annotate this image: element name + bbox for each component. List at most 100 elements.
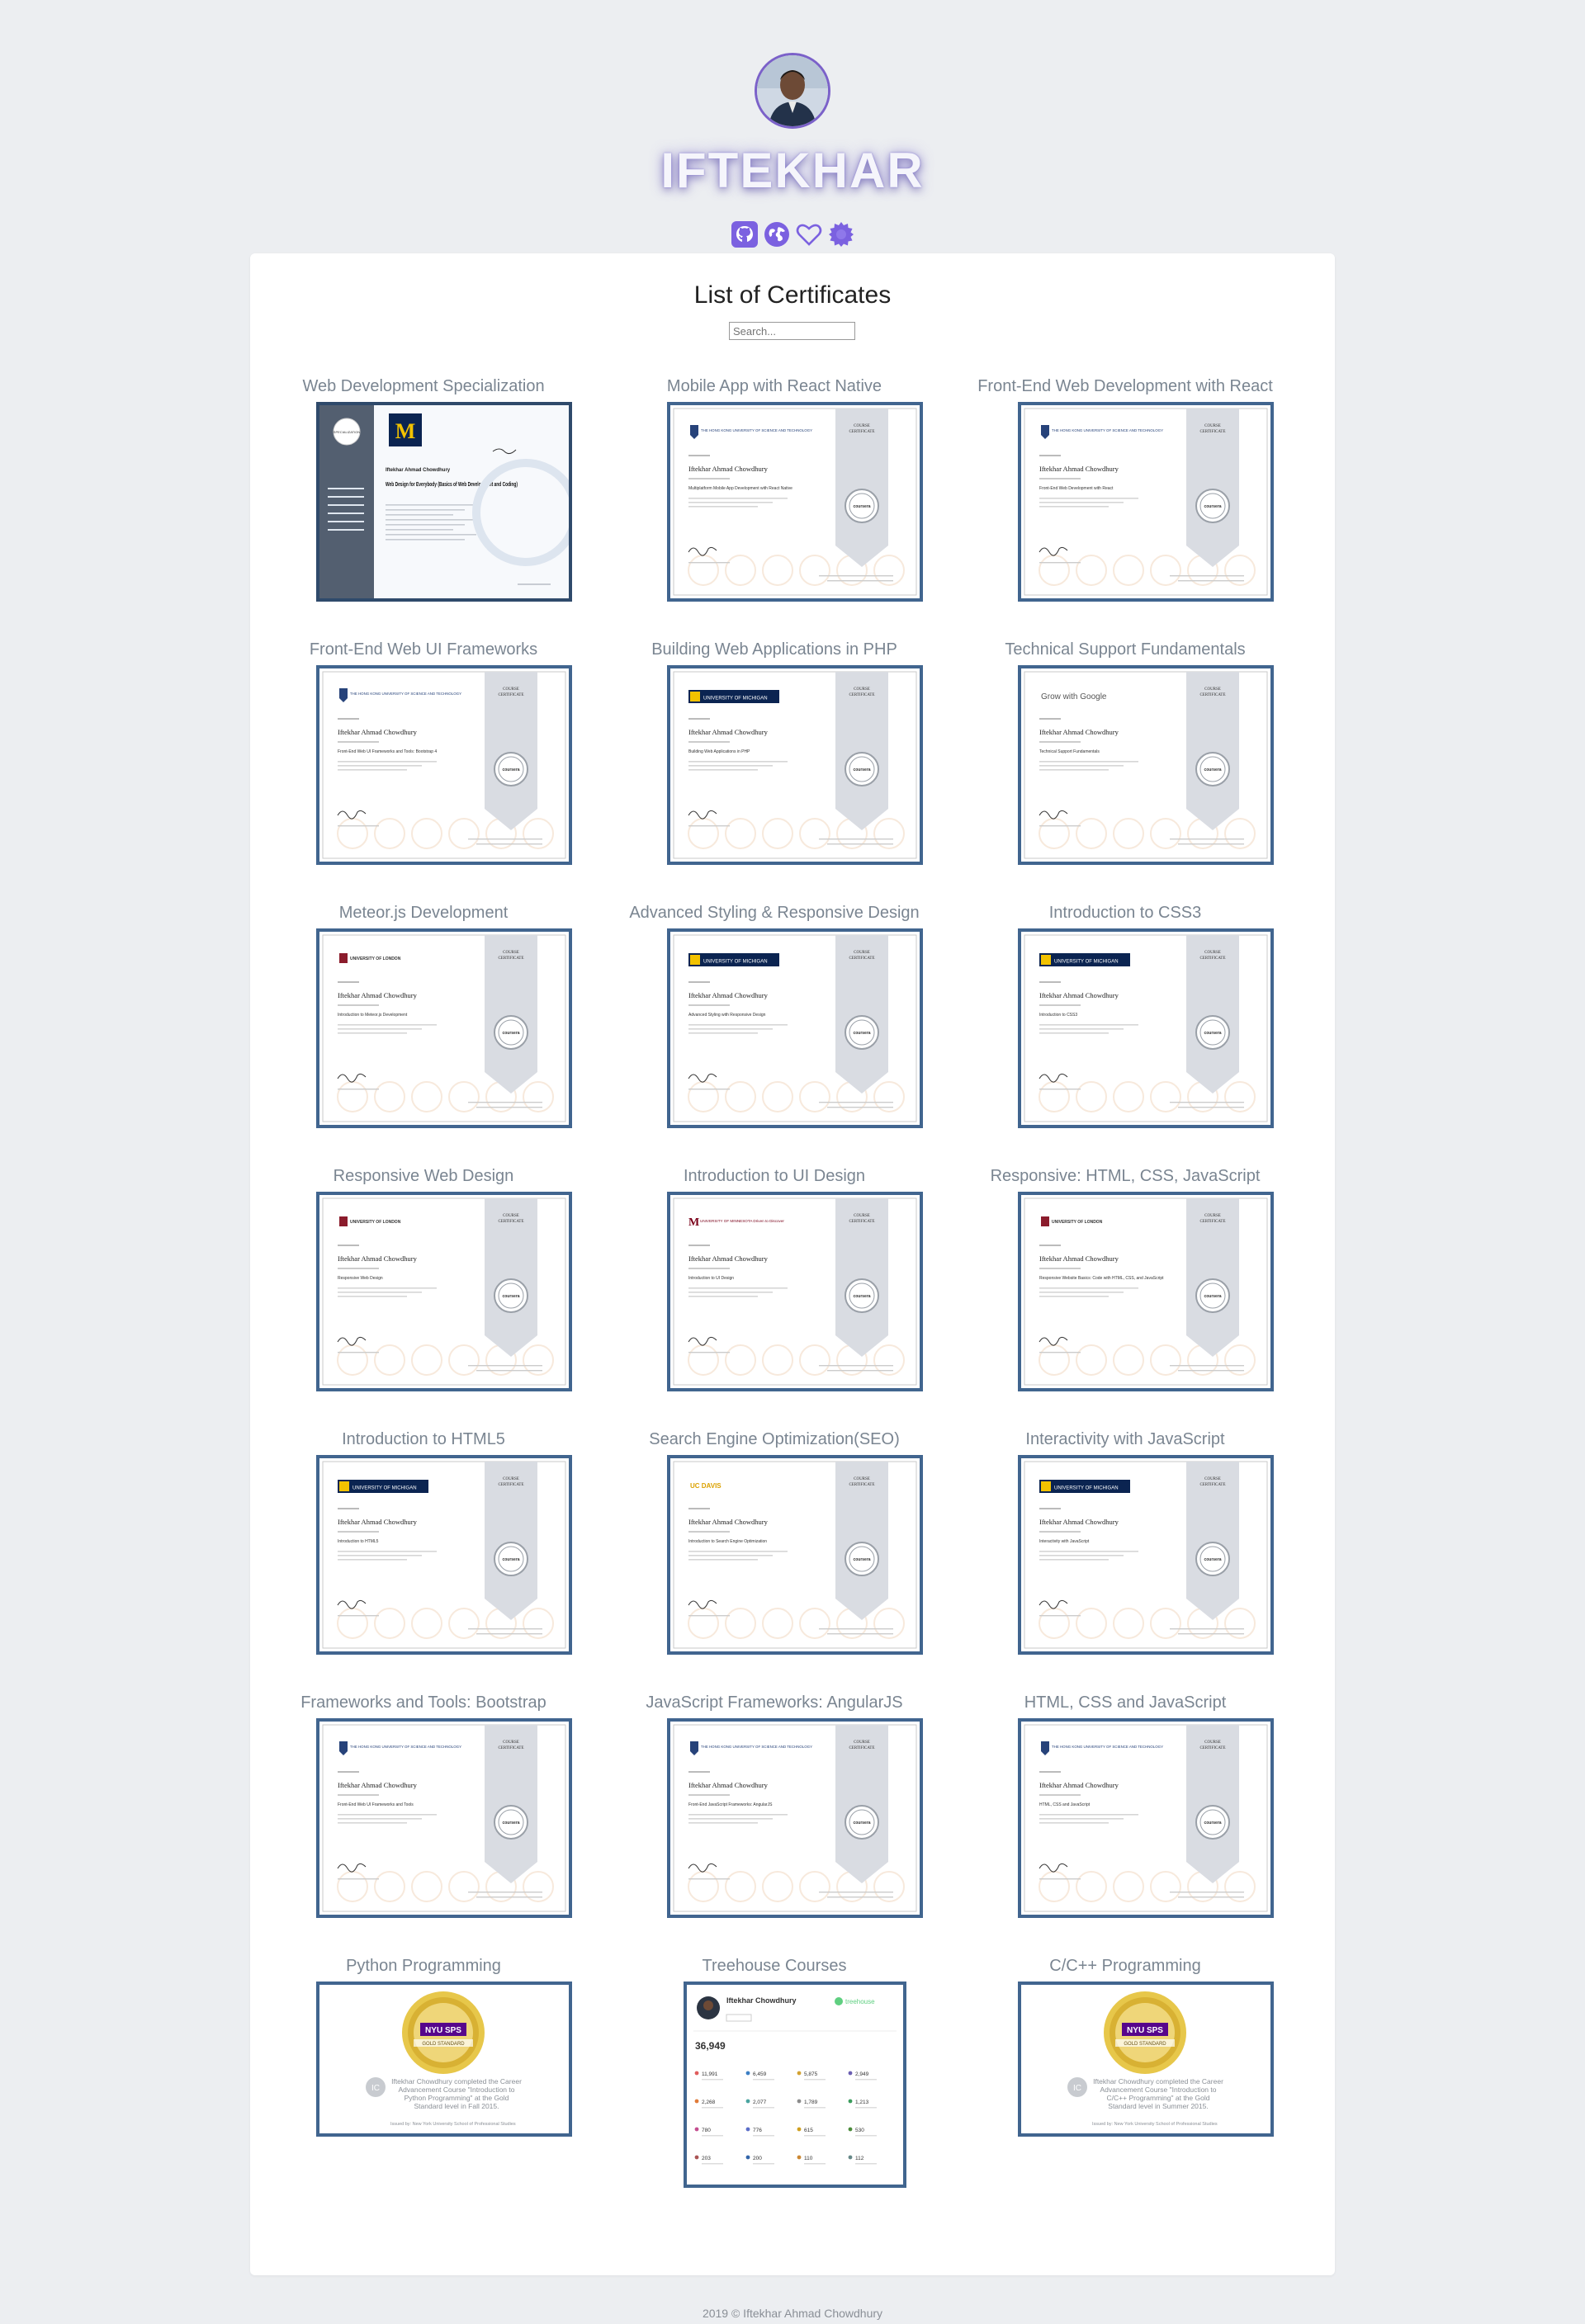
svg-text:CERTIFICATE: CERTIFICATE	[849, 957, 874, 961]
certificate-thumbnail[interactable]: COURSE CERTIFICATE coursera UNIVERSITY OF L…	[316, 1192, 572, 1391]
course-name: Front-End Web UI Frameworks and Tools: B…	[338, 749, 437, 754]
website-link[interactable]	[762, 220, 791, 249]
course-name: Interactivity with JavaScript	[1039, 1539, 1090, 1544]
certificate-title: Interactivity with JavaScript	[1025, 1430, 1225, 1448]
stat-value: 11,991	[702, 2071, 718, 2077]
certificate-thumbnail[interactable]: COURSE CERTIFICATE coursera THE HONG KONG U…	[667, 402, 923, 602]
certificate-thumbnail[interactable]: COURSE CERTIFICATE coursera THE HONG KONG U…	[316, 665, 572, 865]
certificate-image: COURSE CERTIFICATE coursera UNIVERSITY OF M…	[1024, 1461, 1268, 1649]
certificate-item: Meteor.js Development COURSE CERTIFICATE co…	[250, 904, 597, 1160]
certificate-item: Responsive: HTML, CSS, JavaScript COURSE C…	[952, 1167, 1299, 1423]
svg-text:CERTIFICATE: CERTIFICATE	[1199, 1220, 1225, 1224]
issuer-text: Issued by: New York University School of…	[1092, 2122, 1218, 2127]
heart-icon	[796, 224, 821, 246]
certificate-thumbnail[interactable]: COURSE CERTIFICATE coursera M UNIVERSITY OF …	[667, 1192, 923, 1391]
course-name: Introduction to Search Engine Optimizati…	[688, 1539, 767, 1544]
logo-text: UC DAVIS	[690, 1482, 722, 1490]
stat-value: 1,213	[855, 2100, 869, 2105]
stat-value: 2,949	[855, 2071, 869, 2077]
issuer-text: Issued by: New York University School of…	[390, 2122, 516, 2127]
certificate-item: Introduction to HTML5 COURSE CERTIFICATE co…	[250, 1430, 597, 1686]
certificate-image: Iftekhar Chowdhury treehouse 36,949 11,991 6…	[687, 1985, 903, 2185]
avatar	[755, 53, 830, 129]
certificate-title: Web Development Specialization	[302, 377, 545, 395]
certificates-card: List of Certificates Web Development Spe…	[250, 253, 1335, 2275]
course-name: Front-End Web UI Frameworks and Tools	[338, 1802, 414, 1807]
svg-text:CERTIFICATE: CERTIFICATE	[849, 693, 874, 697]
svg-text:CERTIFICATE: CERTIFICATE	[498, 693, 523, 697]
certificate-item: Frameworks and Tools: Bootstrap COURSE CER…	[250, 1693, 597, 1949]
certificate-title: JavaScript Frameworks: AngularJS	[646, 1693, 903, 1712]
stat-value: 6,459	[753, 2071, 767, 2077]
certificate-thumbnail[interactable]: COURSE CERTIFICATE coursera UC DAVIS Iftekha…	[667, 1455, 923, 1655]
certificate-image: COURSE CERTIFICATE coursera UNIVERSITY OF M…	[322, 1461, 566, 1649]
certificate-image: NYU SPS GOLD STANDARD IC Iftekhar Chowdhury…	[1021, 1985, 1270, 2133]
certificate-thumbnail[interactable]: COURSE CERTIFICATE coursera UNIVERSITY OF M…	[1018, 1455, 1274, 1655]
certificate-thumbnail[interactable]: COURSE CERTIFICATE coursera THE HONG KONG U…	[1018, 1718, 1274, 1918]
svg-text:COURSE: COURSE	[1204, 424, 1221, 428]
svg-text:CERTIFICATE: CERTIFICATE	[849, 1220, 874, 1224]
svg-text:COURSE: COURSE	[1204, 1477, 1221, 1481]
course-name: Introduction to HTML5	[338, 1539, 379, 1544]
logo-text: THE HONG KONG UNIVERSITY OF SCIENCE AND …	[701, 428, 812, 432]
certificate-item: Search Engine Optimization(SEO) COURSE CER…	[601, 1430, 948, 1686]
github-link[interactable]	[730, 220, 759, 249]
logo-text: UNIVERSITY OF MINNESOTA Driven to Discov…	[700, 1219, 784, 1223]
certificate-thumbnail[interactable]: COURSE CERTIFICATE coursera THE HONG KONG U…	[316, 1718, 572, 1918]
recipient-name: Iftekhar Ahmad Chowdhury	[688, 1518, 769, 1526]
logo-text: UNIVERSITY OF MICHIGAN	[352, 1486, 417, 1491]
svg-text:COURSE: COURSE	[854, 1741, 870, 1745]
certificate-thumbnail[interactable]: SPECIALIZATION M Iftekhar Ahmad Chowdhury W…	[316, 402, 572, 602]
certificate-thumbnail[interactable]: NYU SPS GOLD STANDARD IC Iftekhar Chowdhury…	[316, 1982, 572, 2137]
certificate-item: Python Programming NYU SPS GOLD STANDARD IC…	[250, 1957, 597, 2213]
certificate-title: Introduction to HTML5	[342, 1430, 505, 1448]
recipient-name: Iftekhar Ahmad Chowdhury	[338, 1518, 418, 1526]
certificate-image: COURSE CERTIFICATE coursera M UNIVERSITY OF …	[673, 1197, 917, 1386]
globe-icon	[764, 222, 789, 247]
certificate-item: Treehouse Courses Iftekhar Chowdhury treeh…	[601, 1957, 948, 2213]
recipient-name: Iftekhar Ahmad Chowdhury	[1039, 465, 1119, 473]
certificate-title: Responsive Web Design	[333, 1167, 514, 1185]
gold-standard-badge: NYU SPS GOLD STANDARD	[402, 1991, 485, 2074]
certificate-thumbnail[interactable]: COURSE CERTIFICATE coursera Grow with Googl…	[1018, 665, 1274, 865]
logo-text: UNIVERSITY OF LONDON	[1052, 1220, 1103, 1225]
svg-text:CERTIFICATE: CERTIFICATE	[1199, 430, 1225, 434]
svg-text:coursera: coursera	[853, 1821, 870, 1826]
recipient-name: Iftekhar Ahmad Chowdhury	[688, 728, 769, 736]
logo-text: UNIVERSITY OF MICHIGAN	[703, 960, 768, 965]
gold-standard-badge: NYU SPS GOLD STANDARD	[1104, 1991, 1186, 2074]
certificate-item: C/C++ Programming NYU SPS GOLD STANDARD IC I…	[952, 1957, 1299, 2213]
recipient-name: Iftekhar Ahmad Chowdhury	[1039, 1518, 1119, 1526]
certificate-thumbnail[interactable]: NYU SPS GOLD STANDARD IC Iftekhar Chowdhury…	[1018, 1982, 1274, 2137]
favorites-link[interactable]	[794, 220, 823, 249]
certificate-thumbnail[interactable]: COURSE CERTIFICATE coursera THE HONG KONG U…	[667, 1718, 923, 1918]
svg-text:M: M	[688, 1216, 699, 1229]
svg-text:CERTIFICATE: CERTIFICATE	[498, 1483, 523, 1487]
certificate-title: Front-End Web Development with React	[977, 377, 1273, 395]
certificate-title: HTML, CSS and JavaScript	[1024, 1693, 1227, 1712]
certificate-thumbnail[interactable]: COURSE CERTIFICATE coursera UNIVERSITY OF M…	[667, 928, 923, 1128]
certificate-thumbnail[interactable]: COURSE CERTIFICATE coursera UNIVERSITY OF M…	[316, 1455, 572, 1655]
svg-text:CERTIFICATE: CERTIFICATE	[849, 1746, 874, 1750]
recipient-name: Iftekhar Ahmad Chowdhury	[1039, 728, 1119, 736]
svg-text:COURSE: COURSE	[503, 687, 519, 692]
certificate-title: Frameworks and Tools: Bootstrap	[300, 1693, 546, 1712]
recipient-name: Iftekhar Ahmad Chowdhury	[688, 1781, 769, 1789]
certificates-link[interactable]	[826, 220, 855, 249]
certificate-thumbnail[interactable]: COURSE CERTIFICATE coursera UNIVERSITY OF M…	[667, 665, 923, 865]
certificate-thumbnail[interactable]: Iftekhar Chowdhury treehouse 36,949 11,991 6…	[684, 1982, 906, 2188]
svg-text:SPECIALIZATION: SPECIALIZATION	[334, 430, 360, 434]
course-name: Introduction to CSS3	[1039, 1013, 1077, 1018]
stat-value: 776	[753, 2128, 762, 2133]
certificate-image: COURSE CERTIFICATE coursera THE HONG KONG U…	[1024, 408, 1268, 596]
certificate-thumbnail[interactable]: COURSE CERTIFICATE coursera UNIVERSITY OF L…	[316, 928, 572, 1128]
search-input[interactable]	[729, 322, 855, 340]
recipient-name: Iftekhar Ahmad Chowdhury	[386, 468, 451, 473]
stat-value: 200	[753, 2156, 762, 2161]
certificate-thumbnail[interactable]: COURSE CERTIFICATE coursera THE HONG KONG U…	[1018, 402, 1274, 602]
certificate-thumbnail[interactable]: COURSE CERTIFICATE coursera UNIVERSITY OF L…	[1018, 1192, 1274, 1391]
logo-text: UNIVERSITY OF LONDON	[350, 957, 401, 961]
certificate-thumbnail[interactable]: COURSE CERTIFICATE coursera UNIVERSITY OF M…	[1018, 928, 1274, 1128]
profile-header: IFTEKHAR	[0, 0, 1585, 252]
profile-name: Iftekhar Chowdhury	[726, 1996, 797, 2005]
